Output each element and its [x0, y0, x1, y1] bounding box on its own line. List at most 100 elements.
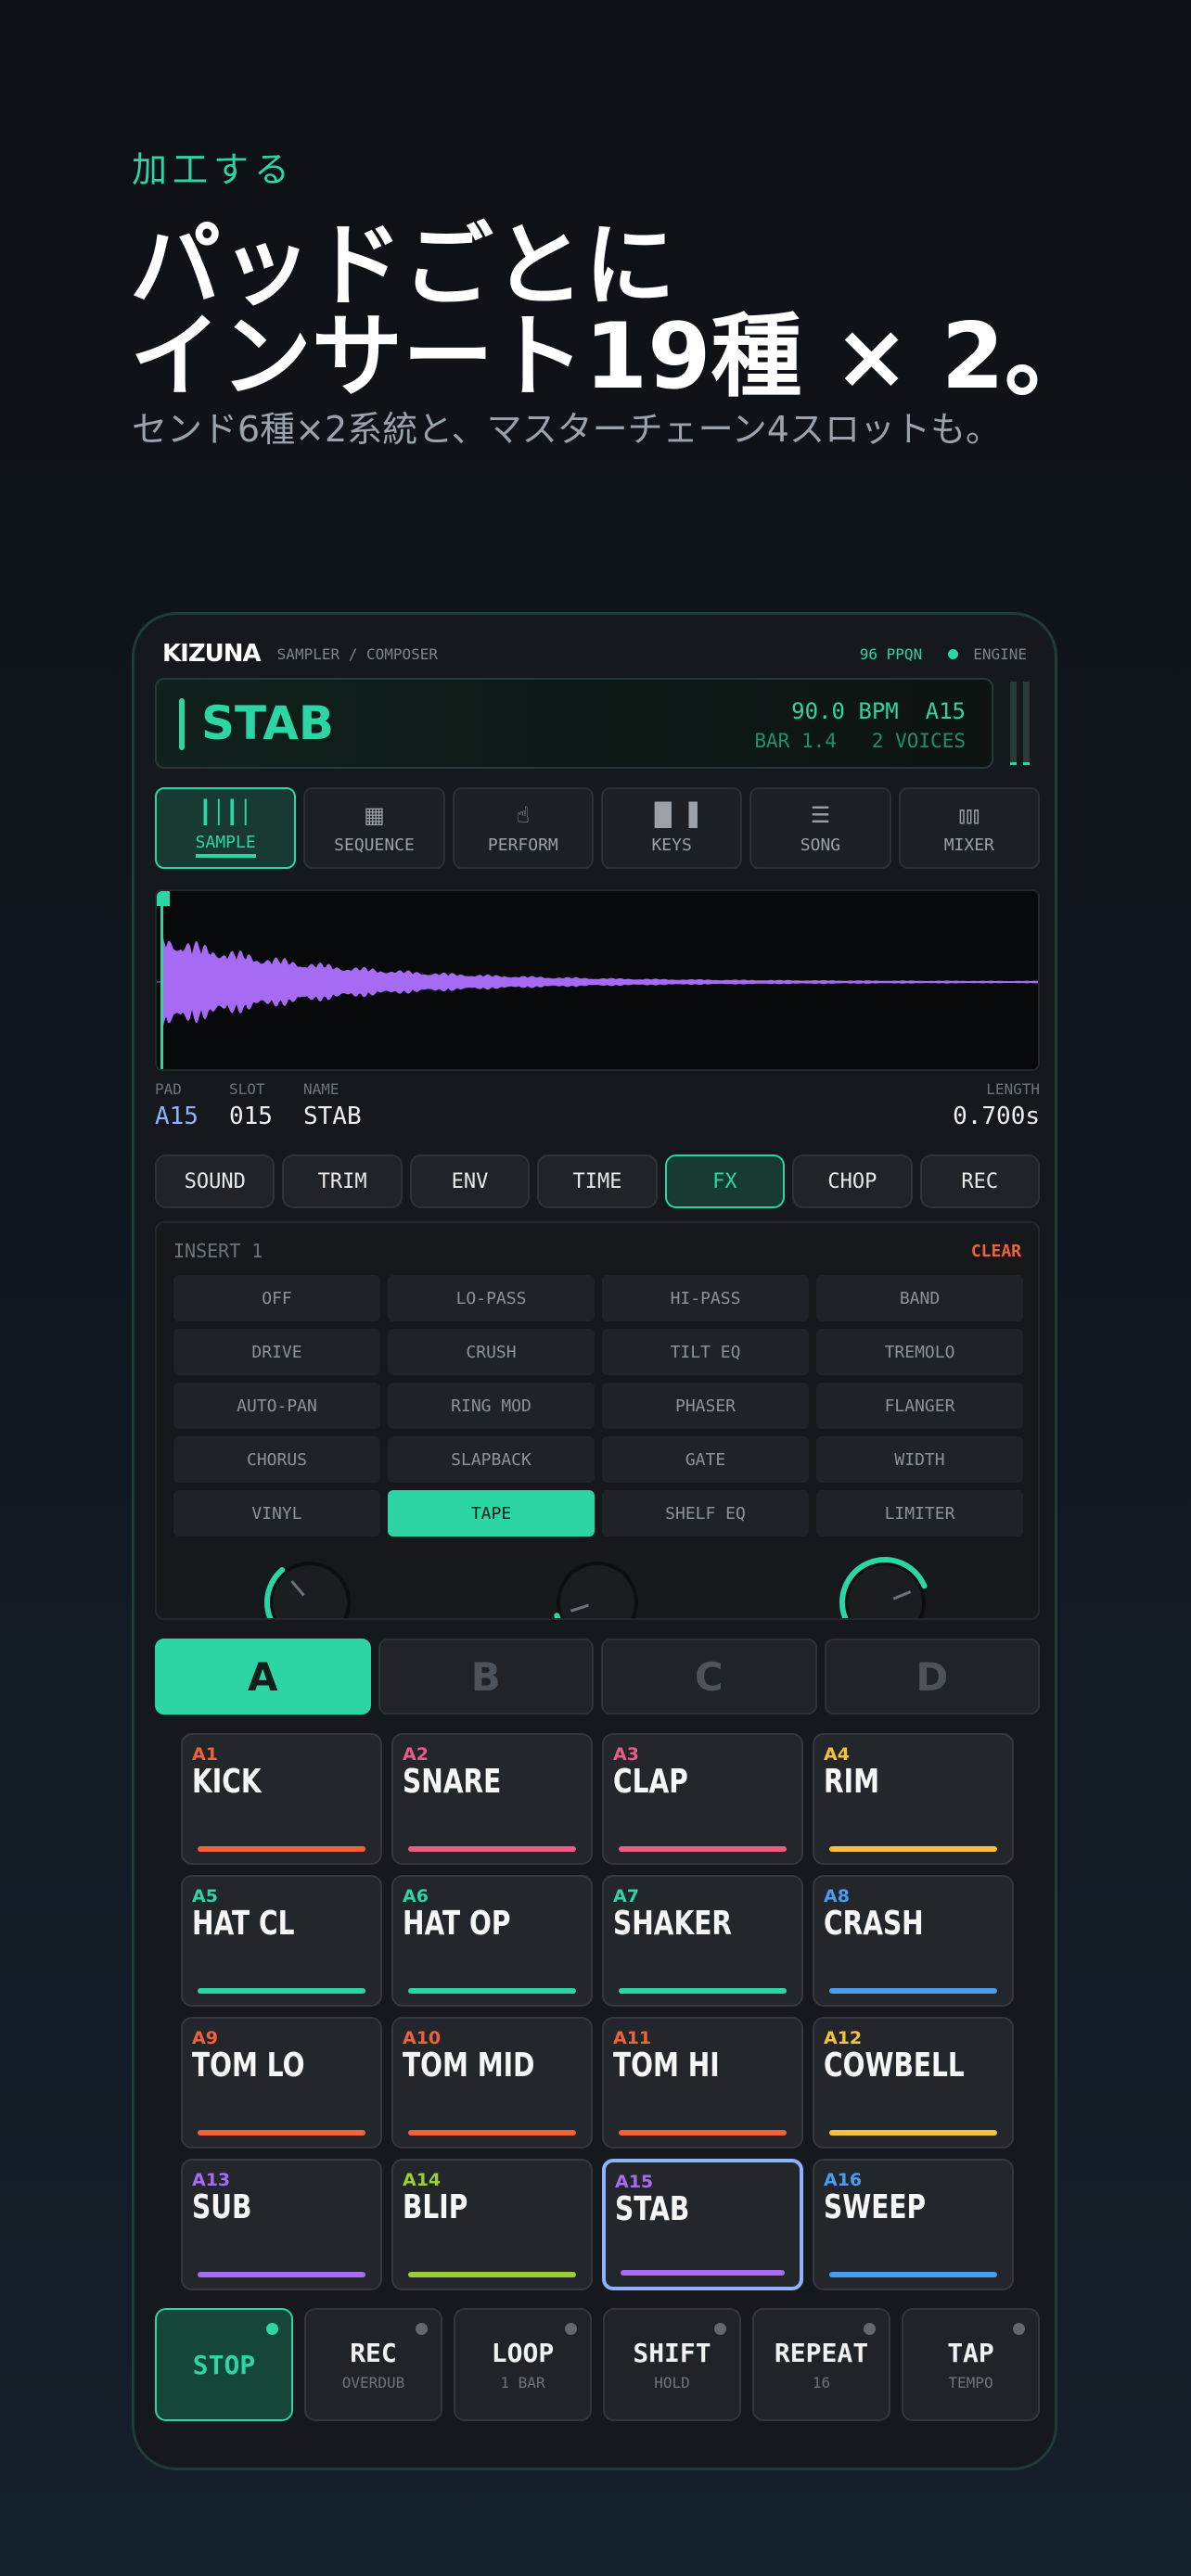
pad-name: BLIP: [403, 2188, 468, 2226]
fx-option-drive[interactable]: DRIVE: [173, 1329, 380, 1375]
bank-d-button[interactable]: D: [824, 1639, 1040, 1715]
bank-c-button[interactable]: C: [601, 1639, 817, 1715]
pad-color-bar: [619, 1988, 787, 1994]
tab-label: SAMPLE: [195, 833, 256, 858]
pad-id: A13: [192, 2170, 231, 2190]
pad-a3[interactable]: A3 CLAP: [602, 1733, 803, 1865]
fx-option-off[interactable]: OFF: [173, 1275, 380, 1321]
subtab-sound[interactable]: SOUND: [155, 1154, 275, 1208]
tab-label: SEQUENCE: [334, 835, 415, 855]
fx-knob-3[interactable]: [834, 1551, 936, 1620]
transport-bar: STOP REC OVERDUB LOOP 1 BAR SHIFT HOLD REPEAT 16…: [155, 2308, 1040, 2421]
rec-button[interactable]: REC OVERDUB: [304, 2308, 442, 2421]
fx-knob-1[interactable]: [259, 1551, 361, 1620]
pad-name: CRASH: [824, 1905, 924, 1943]
pad-a14[interactable]: A14 BLIP: [391, 2159, 593, 2290]
pad-a11[interactable]: A11 TOM HI: [602, 2017, 803, 2149]
fx-option-limiter[interactable]: LIMITER: [816, 1490, 1023, 1537]
pad-a5[interactable]: A5 HAT CL: [181, 1875, 382, 2007]
waveform-svg: [157, 891, 1040, 1071]
subtab-chop[interactable]: CHOP: [792, 1154, 913, 1208]
fx-option-tape[interactable]: TAPE: [388, 1490, 595, 1537]
fx-option-width[interactable]: WIDTH: [816, 1436, 1023, 1483]
app-header: KIZUNA SAMPLER / COMPOSER 96 PPQN ENGINE: [162, 635, 1027, 672]
tab-song[interactable]: ☰ SONG: [749, 787, 891, 869]
tab-sample[interactable]: ┃│┃│ SAMPLE: [155, 787, 297, 869]
stop-button[interactable]: STOP: [155, 2308, 293, 2421]
fx-knob-2[interactable]: [546, 1551, 648, 1620]
start-marker-line[interactable]: [160, 891, 163, 1071]
subtab-env[interactable]: ENV: [409, 1154, 531, 1208]
subtab-fx[interactable]: FX: [664, 1154, 786, 1208]
transport-sublabel: OVERDUB: [341, 2374, 405, 2391]
pad-a15[interactable]: A15 STAB: [602, 2159, 803, 2290]
tab-label: PERFORM: [487, 835, 558, 855]
bank-b-button[interactable]: B: [378, 1639, 594, 1715]
device-frame: KIZUNA SAMPLER / COMPOSER 96 PPQN ENGINE…: [132, 612, 1057, 2470]
hand-tap-icon: ☝: [516, 801, 531, 828]
transport-label: TAP: [947, 2338, 994, 2368]
fx-clear-button[interactable]: CLEAR: [971, 1242, 1021, 1261]
pad-id: A4: [824, 1744, 850, 1765]
fx-option-auto-pan[interactable]: AUTO-PAN: [173, 1383, 380, 1429]
pad-a4[interactable]: A4 RIM: [813, 1733, 1014, 1865]
fx-option-phaser[interactable]: PHASER: [602, 1383, 809, 1429]
pad-color-bar: [829, 1988, 997, 1994]
pad-color-bar: [198, 2130, 365, 2136]
lcd-display: STAB 90.0 BPM A15 BAR 1.4 2 VOICES: [155, 678, 993, 769]
pad-a1[interactable]: A1 KICK: [181, 1733, 382, 1865]
pad-a13[interactable]: A13 SUB: [181, 2159, 382, 2290]
app-subtitle: SAMPLER / COMPOSER: [276, 644, 439, 663]
pad-a12[interactable]: A12 COWBELL: [813, 2017, 1014, 2149]
fx-option-ring-mod[interactable]: RING MOD: [388, 1383, 595, 1429]
pad-a6[interactable]: A6 HAT OP: [391, 1875, 593, 2007]
fx-option-lo-pass[interactable]: LO-PASS: [388, 1275, 595, 1321]
fx-option-band[interactable]: BAND: [816, 1275, 1023, 1321]
shift-button[interactable]: SHIFT HOLD: [603, 2308, 741, 2421]
subtab-trim[interactable]: TRIM: [282, 1154, 403, 1208]
fx-option-crush[interactable]: CRUSH: [388, 1329, 595, 1375]
sample-subtab-bar: SOUND TRIM ENV TIME FX CHOP REC: [155, 1154, 1040, 1208]
bank-a-button[interactable]: A: [155, 1639, 371, 1715]
end-marker[interactable]: [1038, 1052, 1040, 1071]
pad-color-bar: [619, 1846, 787, 1852]
tab-label: KEYS: [651, 835, 692, 855]
tab-mixer[interactable]: ⫾⫾⫾ MIXER: [898, 787, 1040, 869]
tap-button[interactable]: TAP TEMPO: [902, 2308, 1040, 2421]
fx-option-shelf-eq[interactable]: SHELF EQ: [602, 1490, 809, 1537]
start-marker-handle[interactable]: [157, 891, 170, 906]
pad-a8[interactable]: A8 CRASH: [813, 1875, 1014, 2007]
display-sample-name: STAB: [201, 696, 335, 750]
tab-perform[interactable]: ☝ PERFORM: [452, 787, 594, 869]
pad-a10[interactable]: A10 TOM MID: [391, 2017, 593, 2149]
pad-a2[interactable]: A2 SNARE: [391, 1733, 593, 1865]
fx-insert-title: INSERT 1: [173, 1240, 263, 1262]
fx-option-slapback[interactable]: SLAPBACK: [388, 1436, 595, 1483]
fx-option-tilt-eq[interactable]: TILT EQ: [602, 1329, 809, 1375]
fx-option-tremolo[interactable]: TREMOLO: [816, 1329, 1023, 1375]
tab-keys[interactable]: ▐▌▐ KEYS: [600, 787, 743, 869]
fx-option-gate[interactable]: GATE: [602, 1436, 809, 1483]
pad-a7[interactable]: A7 SHAKER: [602, 1875, 803, 2007]
app-logo: KIZUNA: [162, 640, 262, 668]
fx-option-vinyl[interactable]: VINYL: [173, 1490, 380, 1537]
tab-label: MIXER: [943, 835, 994, 855]
repeat-button[interactable]: REPEAT 16: [752, 2308, 890, 2421]
fx-option-hi-pass[interactable]: HI-PASS: [602, 1275, 809, 1321]
pad-id: A2: [403, 1744, 429, 1765]
pad-a16[interactable]: A16 SWEEP: [813, 2159, 1014, 2290]
promo-kicker: 加工する: [132, 149, 296, 190]
fx-option-chorus[interactable]: CHORUS: [173, 1436, 380, 1483]
subtab-rec[interactable]: REC: [919, 1154, 1040, 1208]
waveform-view[interactable]: [155, 889, 1040, 1071]
tab-sequence[interactable]: ▦ SEQUENCE: [303, 787, 445, 869]
fx-option-flanger[interactable]: FLANGER: [816, 1383, 1023, 1429]
loop-button[interactable]: LOOP 1 BAR: [454, 2308, 592, 2421]
piano-keys-icon: ▐▌▐: [646, 801, 698, 828]
pad-color-bar: [829, 2272, 997, 2277]
promo-headline: パッドごとに インサート19種 × 2。: [130, 221, 1095, 402]
subtab-time[interactable]: TIME: [537, 1154, 658, 1208]
display-tempo-row: 90.0 BPM A15: [791, 698, 966, 724]
display-bar: BAR 1.4: [754, 730, 837, 752]
pad-a9[interactable]: A9 TOM LO: [181, 2017, 382, 2149]
